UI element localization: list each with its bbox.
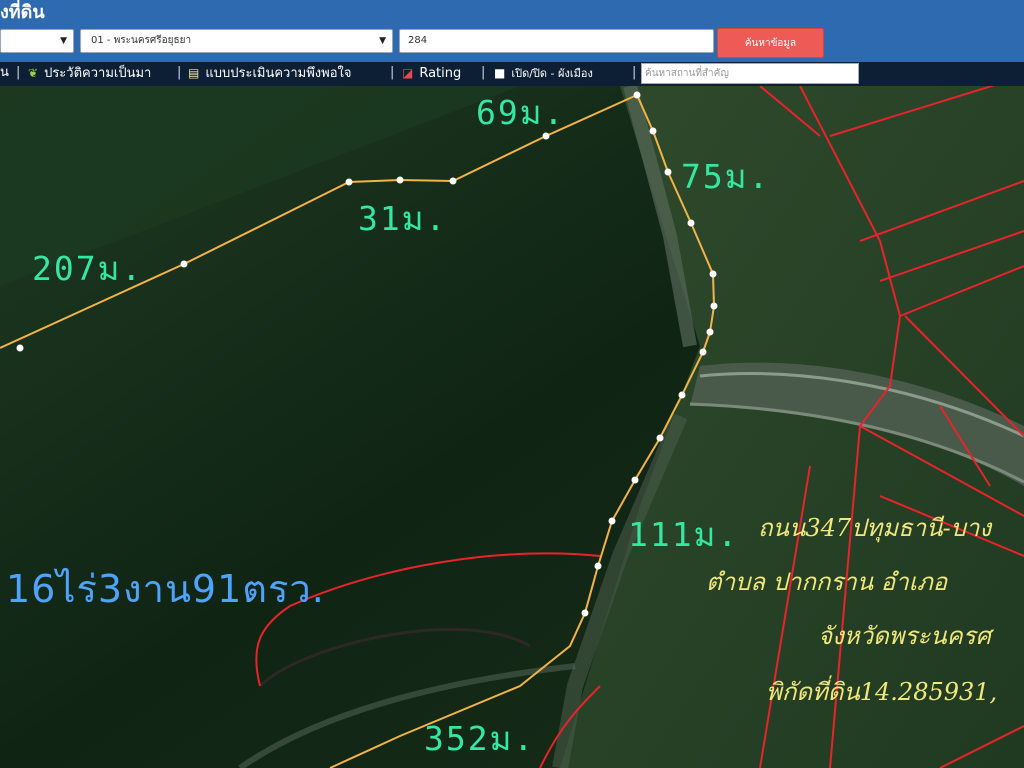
toolbar-divider: | bbox=[390, 65, 395, 80]
toolbar-divider: | bbox=[16, 65, 21, 80]
segment-length-label: 207ม. bbox=[32, 249, 144, 288]
road-label: ถนน347ปทุมธานี-บาง bbox=[758, 514, 992, 542]
chevron-down-icon: ▼ bbox=[60, 36, 67, 46]
province-select[interactable]: ▼ bbox=[0, 29, 74, 53]
segment-length-label: 69ม. bbox=[476, 93, 566, 132]
toolbar-divider: | bbox=[177, 65, 182, 80]
document-icon: ▤ bbox=[188, 66, 200, 80]
toolbar-item-cityplan[interactable]: ■ เปิด/ปิด - ผังเมือง bbox=[494, 62, 593, 86]
search-button[interactable]: ค้นหาข้อมูล bbox=[717, 28, 824, 58]
header-bar: งที่ดิน ▼ 01 - พระนครศรีอยุธยา ▼ 284 ค้น… bbox=[0, 0, 1024, 62]
parcel-number-input[interactable]: 284 bbox=[399, 29, 714, 53]
map-view[interactable]: 69ม. 75ม. 31ม. 207ม. 111ม. 352ม. 16ไร่3ง… bbox=[0, 86, 1024, 768]
segment-length-label: 111ม. bbox=[628, 515, 740, 554]
segment-length-label: 75ม. bbox=[681, 157, 771, 196]
square-icon: ■ bbox=[494, 66, 506, 80]
toolbar-divider: | bbox=[632, 65, 637, 80]
amphoe-select[interactable]: 01 - พระนครศรีอยุธยา ▼ bbox=[80, 29, 393, 53]
toolbar: น | ❦ ประวัติความเป็นมา | ▤ แบบประเมินความ… bbox=[0, 62, 1024, 86]
segment-length-label: 352ม. bbox=[424, 719, 536, 758]
toolbar-item-survey[interactable]: ▤ แบบประเมินความพึงพอใจ bbox=[188, 62, 351, 86]
satellite-map bbox=[0, 86, 1024, 768]
toolbar-item-history-label: ประวัติความเป็นมา bbox=[44, 66, 152, 81]
parcel-area-label: 16ไร่3งาน91ตรว. bbox=[6, 567, 325, 611]
segment-length-label: 31ม. bbox=[358, 199, 448, 238]
toolbar-item-cityplan-label: เปิด/ปิด - ผังเมือง bbox=[511, 67, 593, 80]
toolbar-item-history[interactable]: ❦ ประวัติความเป็นมา bbox=[28, 62, 151, 86]
toolbar-divider: | bbox=[481, 65, 486, 80]
toolbar-item-partial[interactable]: น bbox=[0, 62, 9, 86]
app-title: งที่ดิน bbox=[0, 2, 45, 23]
toolbar-item-survey-label: แบบประเมินความพึงพอใจ bbox=[205, 66, 352, 81]
toolbar-item-rating[interactable]: ◪ Rating bbox=[402, 62, 461, 86]
tambon-label: ตำบล ปากกราน อำเภอ bbox=[706, 568, 948, 596]
place-search-input[interactable]: ค้นหาสถานที่สำคัญ bbox=[641, 63, 859, 84]
sprout-icon: ❦ bbox=[28, 66, 39, 80]
amphoe-select-value: 01 - พระนครศรีอยุธยา bbox=[91, 35, 192, 46]
coordinate-label: พิกัดที่ดิน14.285931, bbox=[766, 678, 998, 706]
toolbar-item-rating-label: Rating bbox=[419, 66, 462, 81]
chevron-down-icon: ▼ bbox=[379, 36, 386, 46]
chart-icon: ◪ bbox=[402, 66, 414, 80]
province-label: จังหวัดพระนครศ bbox=[818, 622, 991, 650]
